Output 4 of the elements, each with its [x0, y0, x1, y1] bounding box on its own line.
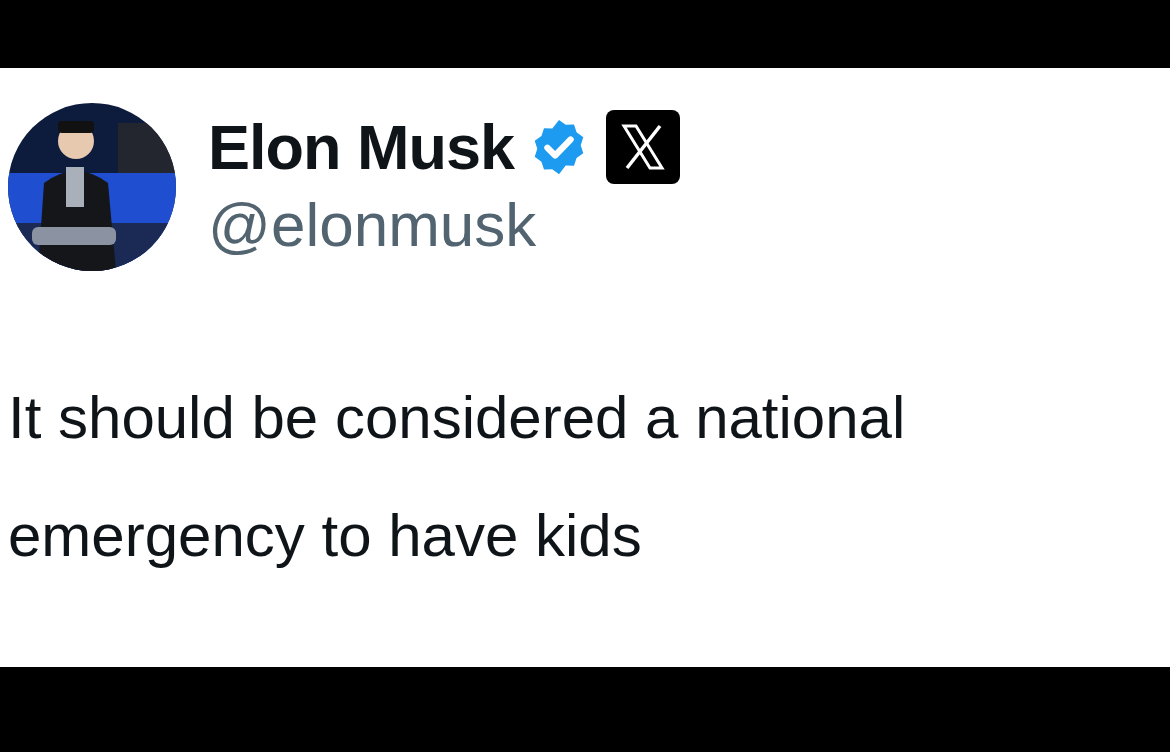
post-text: It should be considered a national emergency to have kids [8, 383, 907, 571]
author-name[interactable]: Elon Musk [208, 111, 515, 183]
x-logo-icon [606, 110, 681, 184]
author-handle[interactable]: @elonmusk [208, 189, 681, 260]
